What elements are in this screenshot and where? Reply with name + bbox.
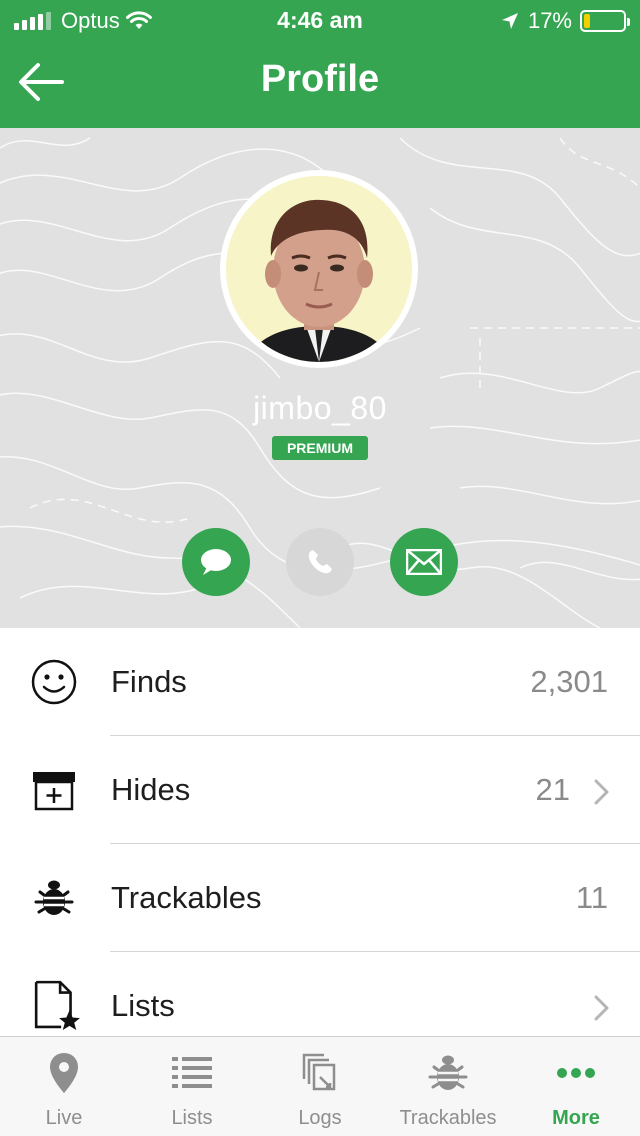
document-star-icon — [34, 980, 80, 1030]
tab-trackables[interactable]: Trackables — [384, 1037, 512, 1136]
tab-lists[interactable]: Lists — [128, 1037, 256, 1136]
bug-icon — [428, 1055, 468, 1090]
tab-label: Lists — [171, 1107, 213, 1129]
username: jimbo_80 — [253, 390, 387, 426]
tab-label: More — [552, 1107, 600, 1129]
profile-photo — [226, 176, 412, 362]
page-title: Profile — [260, 58, 380, 100]
message-button[interactable] — [182, 528, 250, 596]
tab-label: Logs — [298, 1107, 342, 1129]
battery-icon — [580, 10, 630, 32]
cache-box-icon — [33, 772, 75, 811]
lists-label: Lists — [111, 988, 175, 1023]
tab-live[interactable]: Live — [0, 1037, 128, 1136]
phone-icon — [308, 550, 332, 574]
call-button[interactable] — [286, 528, 354, 596]
list-item-finds: Finds 2,301 — [0, 628, 640, 736]
avatar[interactable] — [220, 170, 418, 368]
tab-label: Live — [45, 1107, 83, 1129]
map-pin-icon — [50, 1053, 78, 1093]
navigation-bar: Profile — [0, 40, 640, 128]
bug-icon — [34, 880, 74, 915]
email-icon — [406, 549, 442, 575]
battery-level — [584, 14, 591, 28]
finds-label: Finds — [111, 664, 187, 699]
more-dots-icon — [557, 1068, 595, 1078]
trackables-count: 11 — [575, 880, 608, 915]
profile-stats-list: Finds 2,301 Hides 21 Trackables 11 Lists — [0, 628, 640, 1060]
tab-label: Trackables — [399, 1107, 497, 1129]
app-header: Optus 4:46 am 17% Profile — [0, 0, 640, 128]
hides-label: Hides — [111, 772, 191, 807]
tab-logs[interactable]: Logs — [256, 1037, 384, 1136]
chevron-right-icon — [594, 779, 609, 805]
list-item-trackables: Trackables 11 — [0, 844, 640, 952]
hides-count: 21 — [535, 772, 570, 807]
message-icon — [201, 549, 231, 575]
tab-more[interactable]: More — [512, 1037, 640, 1136]
chevron-right-icon — [594, 995, 609, 1021]
location-arrow-icon — [501, 13, 518, 29]
email-button[interactable] — [390, 528, 458, 596]
tab-bar: Live Lists Logs Trackables More — [0, 1036, 640, 1136]
battery-percent: 17% — [527, 8, 572, 33]
smiley-icon — [31, 659, 77, 705]
status-bar: Optus 4:46 am 17% — [0, 0, 640, 40]
profile-header: jimbo_80 PREMIUM — [0, 128, 640, 628]
trackables-label: Trackables — [111, 880, 262, 915]
list-icon — [172, 1057, 212, 1088]
premium-badge: PREMIUM — [272, 436, 368, 460]
logs-icon — [302, 1053, 336, 1091]
list-item-hides[interactable]: Hides 21 — [0, 736, 640, 844]
finds-count: 2,301 — [530, 664, 608, 699]
